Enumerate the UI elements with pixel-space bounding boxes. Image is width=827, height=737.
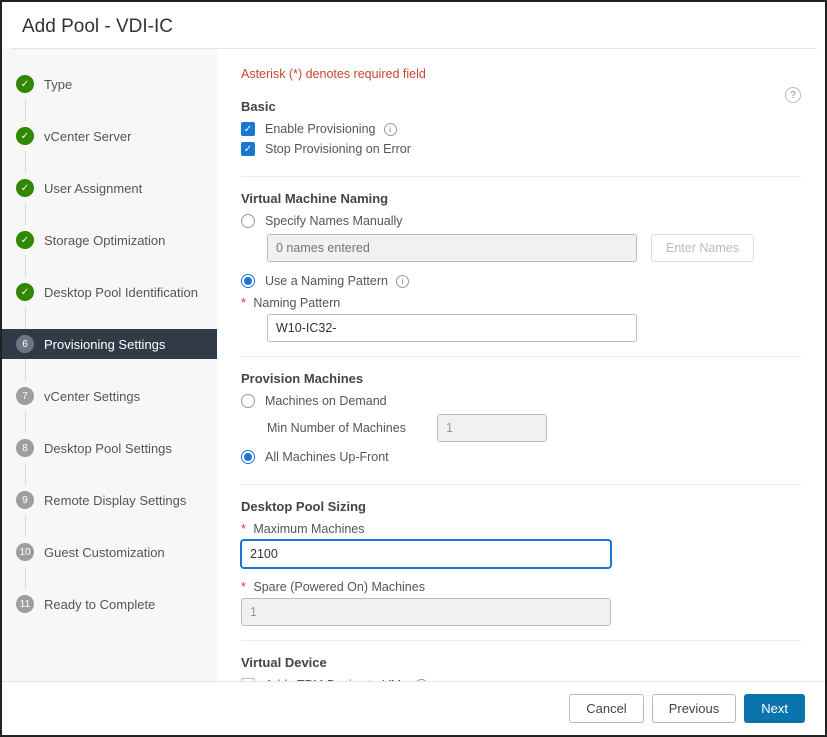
step-label: vCenter Server <box>44 129 131 144</box>
radio-icon <box>241 274 255 288</box>
step-number-icon: 8 <box>16 439 34 457</box>
wizard-sidebar: ✓ Type ✓ vCenter Server ✓ User Assignmen… <box>2 49 217 682</box>
radio-label: Specify Names Manually <box>265 214 403 228</box>
check-icon: ✓ <box>16 283 34 301</box>
step-number-icon: 7 <box>16 387 34 405</box>
step-label: Type <box>44 77 72 92</box>
enter-names-button: Enter Names <box>651 234 754 262</box>
dialog-body: ✓ Type ✓ vCenter Server ✓ User Assignmen… <box>2 49 825 682</box>
sidebar-step-desktop-pool-id[interactable]: ✓ Desktop Pool Identification <box>2 277 217 307</box>
naming-pattern-label: * Naming Pattern <box>241 296 801 310</box>
step-label: Desktop Pool Settings <box>44 441 172 456</box>
content-area: Asterisk (*) denotes required field ? Ba… <box>217 49 825 682</box>
asterisk-icon: * <box>241 296 246 310</box>
info-icon[interactable]: i <box>384 123 397 136</box>
radio-label: Machines on Demand <box>265 394 387 408</box>
step-number-icon: 11 <box>16 595 34 613</box>
help-icon[interactable]: ? <box>785 87 801 103</box>
section-title-vm-naming: Virtual Machine Naming <box>241 191 801 206</box>
section-pool-sizing: Desktop Pool Sizing * Maximum Machines *… <box>241 499 801 641</box>
checkbox-stop-on-error[interactable]: ✓ Stop Provisioning on Error <box>241 142 801 156</box>
sidebar-step-ready-to-complete[interactable]: 11 Ready to Complete <box>2 589 217 619</box>
previous-button[interactable]: Previous <box>652 694 737 723</box>
min-machines-input <box>437 414 547 442</box>
step-connector <box>25 99 26 121</box>
section-provision-machines: Provision Machines Machines on Demand Mi… <box>241 371 801 485</box>
radio-use-pattern[interactable]: Use a Naming Pattern i <box>241 274 801 288</box>
required-note: Asterisk (*) denotes required field <box>241 67 801 81</box>
checkbox-icon: ✓ <box>241 142 255 156</box>
sidebar-step-desktop-pool-settings[interactable]: 8 Desktop Pool Settings <box>2 433 217 463</box>
radio-specify-manually[interactable]: Specify Names Manually <box>241 214 801 228</box>
step-label: User Assignment <box>44 181 142 196</box>
cancel-button[interactable]: Cancel <box>569 694 643 723</box>
sidebar-step-vcenter-settings[interactable]: 7 vCenter Settings <box>2 381 217 411</box>
section-basic: Basic ✓ Enable Provisioning i ✓ Stop Pro… <box>241 99 801 177</box>
step-connector <box>25 203 26 225</box>
step-label: Desktop Pool Identification <box>44 285 198 300</box>
step-connector <box>25 567 26 589</box>
step-connector <box>25 359 26 381</box>
info-icon[interactable]: i <box>396 275 409 288</box>
step-label: Remote Display Settings <box>44 493 186 508</box>
checkbox-enable-provisioning[interactable]: ✓ Enable Provisioning i <box>241 122 801 136</box>
step-label: vCenter Settings <box>44 389 140 404</box>
dialog-footer: Cancel Previous Next <box>2 681 825 735</box>
radio-label: Use a Naming Pattern <box>265 274 388 288</box>
section-title-virtual-device: Virtual Device <box>241 655 801 670</box>
radio-label: All Machines Up-Front <box>265 450 389 464</box>
check-icon: ✓ <box>16 75 34 93</box>
radio-icon <box>241 214 255 228</box>
check-icon: ✓ <box>16 127 34 145</box>
min-machines-row: Min Number of Machines <box>267 414 801 442</box>
radio-on-demand[interactable]: Machines on Demand <box>241 394 801 408</box>
checkbox-label: Stop Provisioning on Error <box>265 142 411 156</box>
sidebar-step-guest-customization[interactable]: 10 Guest Customization <box>2 537 217 567</box>
asterisk-icon: * <box>241 522 246 536</box>
check-icon: ✓ <box>16 179 34 197</box>
radio-all-upfront[interactable]: All Machines Up-Front <box>241 450 801 464</box>
step-connector <box>25 255 26 277</box>
checkbox-label: Enable Provisioning <box>265 122 376 136</box>
next-button[interactable]: Next <box>744 694 805 723</box>
step-number-icon: 6 <box>16 335 34 353</box>
sidebar-step-user-assignment[interactable]: ✓ User Assignment <box>2 173 217 203</box>
step-connector <box>25 463 26 485</box>
sidebar-step-storage-optimization[interactable]: ✓ Storage Optimization <box>2 225 217 255</box>
dialog-title: Add Pool - VDI-IC <box>2 2 825 48</box>
radio-icon <box>241 450 255 464</box>
asterisk-icon: * <box>241 580 246 594</box>
section-title-provision: Provision Machines <box>241 371 801 386</box>
section-title-basic: Basic <box>241 99 801 114</box>
section-vm-naming: Virtual Machine Naming Specify Names Man… <box>241 191 801 357</box>
names-entered-input <box>267 234 637 262</box>
step-connector <box>25 151 26 173</box>
spare-machines-label: * Spare (Powered On) Machines <box>241 580 801 594</box>
step-number-icon: 10 <box>16 543 34 561</box>
naming-pattern-input[interactable] <box>267 314 637 342</box>
step-connector <box>25 307 26 329</box>
step-label: Guest Customization <box>44 545 165 560</box>
naming-pattern-row <box>267 314 801 342</box>
step-number-icon: 9 <box>16 491 34 509</box>
step-label: Ready to Complete <box>44 597 155 612</box>
check-icon: ✓ <box>16 231 34 249</box>
spare-machines-input[interactable] <box>241 598 611 626</box>
step-connector <box>25 515 26 537</box>
sidebar-step-provisioning-settings[interactable]: 6 Provisioning Settings <box>2 329 217 359</box>
min-machines-label: Min Number of Machines <box>267 421 437 435</box>
checkbox-icon: ✓ <box>241 122 255 136</box>
section-title-sizing: Desktop Pool Sizing <box>241 499 801 514</box>
section-virtual-device: Virtual Device ✓ Add vTPM Device to VMs … <box>241 655 801 682</box>
sidebar-step-vcenter-server[interactable]: ✓ vCenter Server <box>2 121 217 151</box>
max-machines-label: * Maximum Machines <box>241 522 801 536</box>
names-entered-row: Enter Names <box>267 234 801 262</box>
max-machines-input[interactable] <box>241 540 611 568</box>
step-connector <box>25 411 26 433</box>
radio-icon <box>241 394 255 408</box>
step-label: Storage Optimization <box>44 233 165 248</box>
step-label: Provisioning Settings <box>44 337 165 352</box>
sidebar-step-type[interactable]: ✓ Type <box>2 69 217 99</box>
sidebar-step-remote-display[interactable]: 9 Remote Display Settings <box>2 485 217 515</box>
